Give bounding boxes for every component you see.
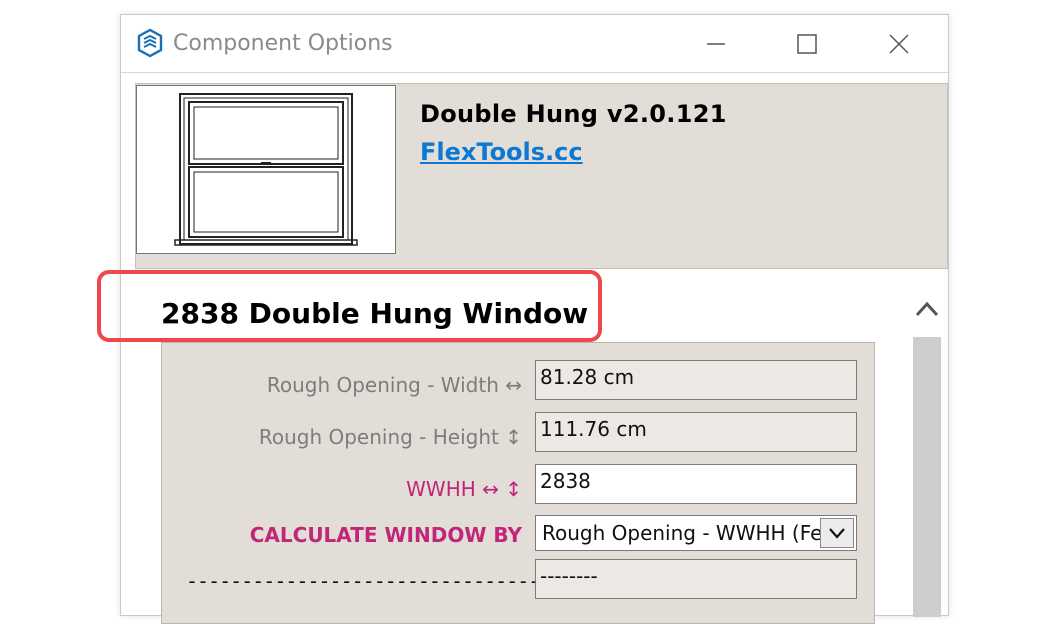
- rough-opening-height-field[interactable]: 111.76 cm: [535, 412, 857, 452]
- separator-field[interactable]: --------: [535, 559, 857, 599]
- title-bar[interactable]: Component Options: [121, 15, 948, 73]
- label-calculate-window-by: CALCULATE WINDOW BY: [249, 523, 522, 547]
- chevron-down-icon: [829, 528, 845, 539]
- close-icon: [889, 33, 909, 54]
- wwhh-input[interactable]: 2838: [535, 464, 857, 504]
- flextools-link[interactable]: FlexTools.cc: [420, 138, 583, 166]
- section-title: 2838 Double Hung Window: [161, 297, 589, 330]
- sketchup-logo-icon: [137, 28, 163, 58]
- dropdown-arrow-button[interactable]: [820, 518, 854, 548]
- component-header: Double Hung v2.0.121 FlexTools.cc: [135, 83, 948, 269]
- close-button[interactable]: [869, 15, 929, 72]
- chevron-up-icon: [915, 301, 939, 317]
- minimize-button[interactable]: [686, 15, 746, 72]
- scroll-up-button[interactable]: [911, 285, 943, 333]
- rough-opening-width-field[interactable]: 81.28 cm: [535, 360, 857, 400]
- calculate-window-by-select[interactable]: Rough Opening - WWHH (Fe: [535, 515, 857, 551]
- header-divider: [135, 268, 946, 269]
- maximize-icon: [797, 33, 817, 54]
- double-hung-window-thumbnail: [174, 93, 358, 246]
- label-wwhh: WWHH ↔ ↕: [406, 477, 522, 501]
- component-options-window: Component Options Double Hung v2.0.121 F…: [97, 14, 949, 624]
- maximize-button[interactable]: [777, 15, 837, 72]
- options-form: Rough Opening - Width ↔ 81.28 cm Rough O…: [161, 342, 875, 624]
- component-thumbnail: [136, 85, 396, 254]
- separator-label: ------------------------------------: [186, 569, 584, 593]
- minimize-icon: [707, 42, 725, 45]
- component-name: Double Hung v2.0.121: [420, 100, 727, 128]
- window-title: Component Options: [173, 31, 393, 56]
- scrollbar-thumb[interactable]: [913, 337, 941, 617]
- label-rough-opening-height: Rough Opening - Height ↕: [258, 425, 522, 449]
- vertical-scrollbar[interactable]: [911, 285, 943, 617]
- label-rough-opening-width: Rough Opening - Width ↔: [266, 373, 522, 397]
- select-value: Rough Opening - WWHH (Fe: [542, 521, 823, 545]
